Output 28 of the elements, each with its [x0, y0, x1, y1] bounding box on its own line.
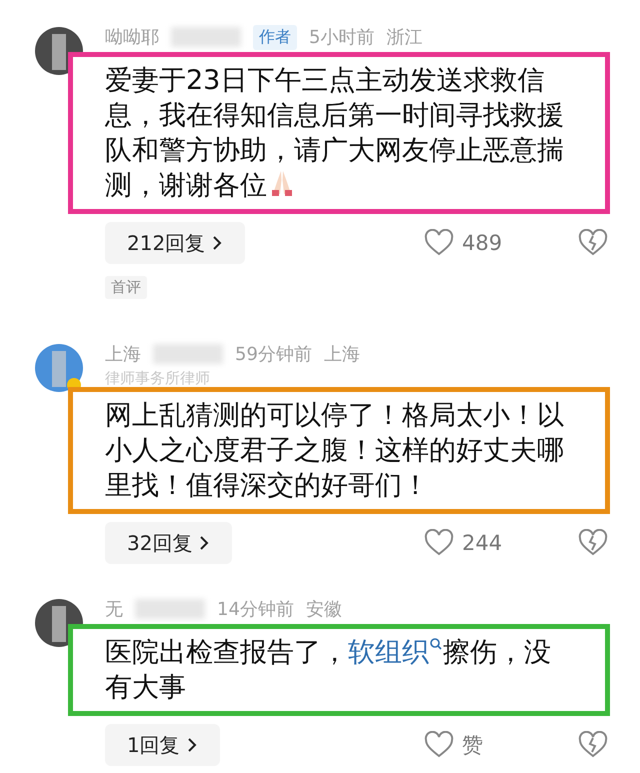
replies-button[interactable]: 212回复 [105, 222, 246, 264]
replies-button[interactable]: 32回复 [105, 522, 232, 564]
chevron-icon [198, 535, 210, 551]
comment-time: 5小时前 [309, 26, 374, 49]
like-count: 244 [462, 531, 504, 555]
author-badge: 作者 [253, 24, 297, 50]
comment-location: 上海 [324, 343, 360, 366]
replies-button[interactable]: 1回复 [105, 724, 220, 766]
chevron-icon [211, 235, 224, 251]
first-comment-tag: 首评 [105, 276, 147, 299]
heart-icon[interactable] [424, 229, 454, 257]
comment-time: 59分钟前 [235, 343, 312, 366]
broken-heart-icon[interactable] [578, 731, 608, 759]
heart-icon[interactable] [424, 529, 454, 557]
comment-text: 网上乱猜测的可以停了！格局太小！以小人之心度君子之腹！这样的好丈夫哪里找！值得深交的好哥们！ [105, 400, 564, 501]
comment-text: 爱妻于23日下午三点主动发送求救信息，我在得知信息后第一时间寻找救援队和警方协助，请广大网友停止恶意揣测，谢谢各位 [105, 65, 564, 201]
like-count: 赞 [462, 732, 484, 759]
like-count: 489 [462, 231, 504, 255]
broken-heart-icon[interactable] [578, 529, 608, 557]
comment-location: 浙江 [386, 26, 422, 49]
comment-text: 医院出检查报告了，软组织 擦伤，没有大事 [105, 637, 551, 703]
keyword-link[interactable]: 软组织 [348, 637, 443, 668]
heart-icon[interactable] [424, 731, 454, 759]
chevron-icon [186, 737, 198, 753]
comment-location: 安徽 [306, 598, 342, 621]
comment-time: 14分钟前 [217, 598, 294, 621]
broken-heart-icon[interactable] [578, 229, 608, 257]
search-icon [429, 637, 443, 651]
